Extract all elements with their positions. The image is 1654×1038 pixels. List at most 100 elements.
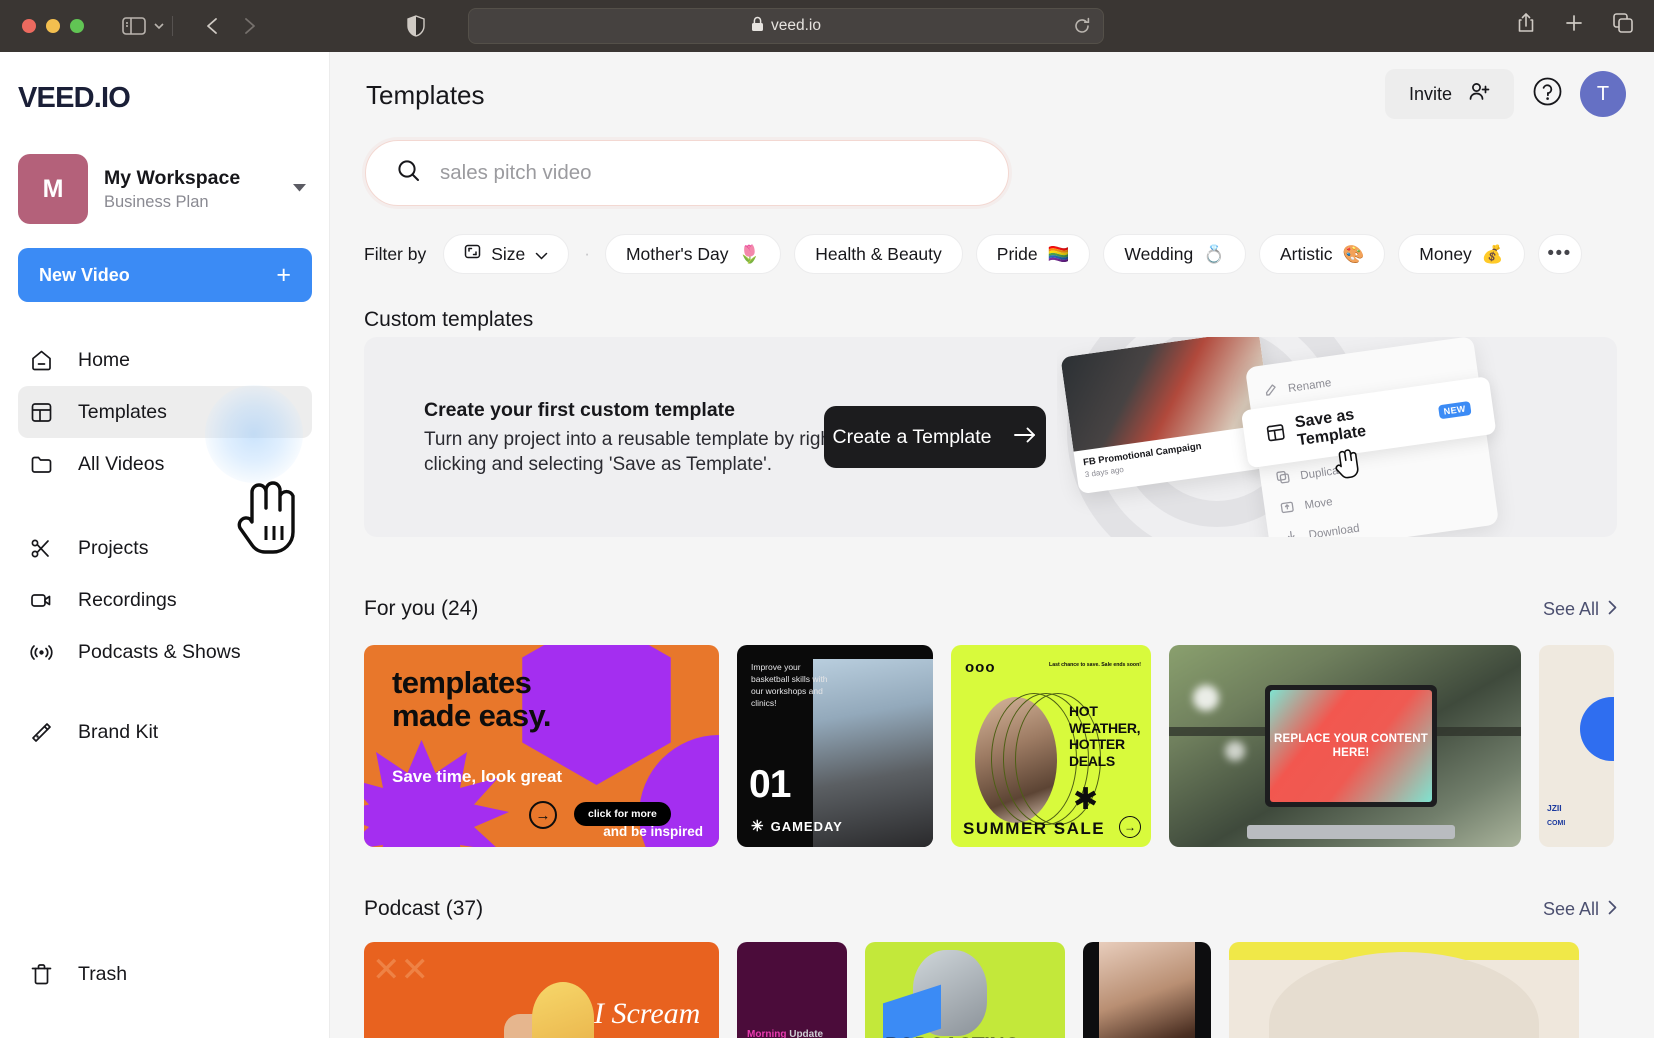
help-button[interactable]: [1530, 77, 1564, 111]
sidebar-item-projects[interactable]: Projects: [18, 522, 312, 574]
podcast-card-text: I Scream: [594, 997, 701, 1030]
address-bar[interactable]: veed.io: [468, 8, 1104, 44]
chevron-right-icon: [1608, 899, 1617, 920]
sidebar-item-templates[interactable]: Templates: [18, 386, 312, 438]
filter-more-button[interactable]: •••: [1537, 234, 1582, 274]
sidebar-toggle-icon[interactable]: [122, 16, 146, 36]
brand-kit-icon: [28, 719, 55, 746]
card-headline: HOT WEATHER, HOTTER DEALS: [1069, 703, 1141, 769]
sidebar-item-recordings[interactable]: Recordings: [18, 574, 312, 626]
card-screen-text: REPLACE YOUR CONTENT HERE!: [1274, 732, 1428, 759]
lock-icon: [751, 16, 764, 37]
workspace-switcher[interactable]: M My Workspace Business Plan: [18, 152, 312, 226]
filter-chip-label: Artistic: [1279, 243, 1333, 264]
sidebar-nav: Home Templates All Videos Projects Recor…: [18, 334, 312, 758]
sidebar-item-podcasts-shows[interactable]: Podcasts & Shows: [18, 626, 312, 678]
templates-icon: [28, 399, 55, 426]
podcast-see-all[interactable]: See All: [1543, 899, 1617, 920]
workspace-avatar: M: [18, 154, 88, 224]
filter-chip-wedding[interactable]: Wedding 💍: [1103, 234, 1246, 274]
hand-cursor-icon: [1330, 443, 1365, 486]
template-card-replace-your-content[interactable]: REPLACE YOUR CONTENT HERE!: [1169, 645, 1521, 847]
veed-logo[interactable]: VEED.IO: [18, 82, 131, 115]
filter-chip-label: Wedding: [1124, 243, 1194, 264]
decorative-starburst: [364, 740, 509, 847]
custom-templates-banner: Create your first custom template Turn a…: [364, 337, 1617, 537]
arrow-right-icon: →: [529, 801, 557, 829]
filter-chip-mothers-day[interactable]: Mother's Day 🌷: [604, 234, 782, 274]
main-content: Templates Invite T sales pitch video Fil…: [330, 52, 1654, 1038]
card-footer: and be inspired: [603, 824, 703, 839]
templates-icon: [1265, 422, 1287, 448]
create-template-label: Create a Template: [832, 425, 992, 448]
chevron-down-icon[interactable]: [293, 183, 306, 195]
create-template-button[interactable]: Create a Template: [824, 406, 1046, 468]
card-pill-button: click for more: [574, 802, 671, 826]
filter-chip-money[interactable]: Money 💰: [1398, 234, 1525, 274]
sidebar-item-brand-kit[interactable]: Brand Kit: [18, 706, 312, 758]
user-avatar[interactable]: T: [1580, 71, 1626, 117]
banner-body: Turn any project into a reusable templat…: [424, 429, 843, 476]
decorative-blob: [1269, 952, 1539, 1038]
for-you-header: For you (24) See All: [364, 597, 1617, 621]
card-caption: Improve your basketball skills with our …: [751, 662, 828, 709]
add-person-icon: [1468, 81, 1490, 108]
reload-icon[interactable]: [1073, 17, 1091, 35]
sidebar-item-label: Recordings: [78, 588, 177, 611]
podcast-card-portrait[interactable]: [1083, 942, 1211, 1038]
search-input[interactable]: sales pitch video: [440, 161, 592, 185]
for-you-see-all[interactable]: See All: [1543, 599, 1617, 620]
header-actions: Invite T: [1384, 69, 1626, 119]
chevron-down-icon[interactable]: [152, 19, 166, 33]
app-root: VEED.IO M My Workspace Business Plan New…: [0, 52, 1654, 1038]
template-card-gameday[interactable]: Improve your basketball skills with our …: [737, 645, 933, 847]
podcast-card-morning-update[interactable]: Morning Update: [737, 942, 847, 1038]
filter-chip-health-beauty[interactable]: Health & Beauty: [794, 234, 963, 274]
folder-icon: [28, 451, 55, 478]
share-icon[interactable]: [1516, 12, 1536, 34]
minimize-window-button[interactable]: [46, 19, 60, 33]
page-title: Templates: [366, 80, 485, 110]
sidebar-item-label: Podcasts & Shows: [78, 640, 241, 663]
podcast-card-ice-cream[interactable]: ✕✕ I Scream: [364, 942, 719, 1038]
template-card-templates-made-easy[interactable]: templates made easy. Save time, look gre…: [364, 645, 719, 847]
sidebar-item-trash[interactable]: Trash: [28, 961, 127, 988]
card-label: ✳ GAMEDAY: [751, 817, 843, 835]
sidebar-item-label: Home: [78, 348, 131, 371]
forward-arrow-icon[interactable]: [239, 15, 259, 37]
pencil-icon: [1263, 383, 1278, 401]
podcast-card-text-bold: Morning: [747, 1029, 787, 1038]
plus-icon[interactable]: [1564, 13, 1584, 33]
template-card-summer-sale[interactable]: ooo Last chance to save. Sale ends soon!…: [951, 645, 1151, 847]
filter-chip-artistic[interactable]: Artistic 🎨: [1258, 234, 1386, 274]
filter-chip-pride[interactable]: Pride 🏳️‍🌈: [975, 234, 1091, 274]
sidebar-item-all-videos[interactable]: All Videos: [18, 438, 312, 490]
invite-button[interactable]: Invite: [1384, 69, 1514, 119]
aspect-ratio-icon: [464, 243, 481, 265]
chevron-down-icon: [535, 244, 548, 265]
filter-size-dropdown[interactable]: Size: [443, 234, 570, 274]
browser-sidebar-toggle[interactable]: [122, 16, 166, 36]
sidebar-item-label: Brand Kit: [78, 720, 159, 743]
podcast-card-podcasting[interactable]: PODCASTING: [865, 942, 1065, 1038]
card-label-text: GAMEDAY: [770, 819, 843, 834]
ring-icon: 💍: [1203, 243, 1225, 264]
decorative-scribble: ✕✕: [372, 951, 429, 989]
shield-icon[interactable]: [407, 15, 425, 37]
decorative-circle: [1580, 697, 1614, 761]
money-bag-icon: 💰: [1481, 243, 1504, 264]
template-card-partial[interactable]: JZII COMI: [1539, 645, 1614, 847]
maximize-window-button[interactable]: [70, 19, 84, 33]
search-box[interactable]: sales pitch video: [365, 140, 1009, 206]
sidebar-item-home[interactable]: Home: [18, 334, 312, 386]
podcast-card-cream[interactable]: [1229, 942, 1579, 1038]
back-arrow-icon[interactable]: [203, 15, 223, 37]
window-traffic-lights[interactable]: [22, 19, 84, 33]
close-window-button[interactable]: [22, 19, 36, 33]
decorative-bokeh: [1225, 741, 1245, 761]
card-text-1: JZII: [1547, 803, 1562, 813]
video-camera-icon: [28, 587, 55, 614]
arrow-right-icon: [1013, 426, 1037, 449]
tabs-overview-icon[interactable]: [1612, 12, 1634, 34]
new-video-button[interactable]: New Video +: [18, 248, 312, 302]
